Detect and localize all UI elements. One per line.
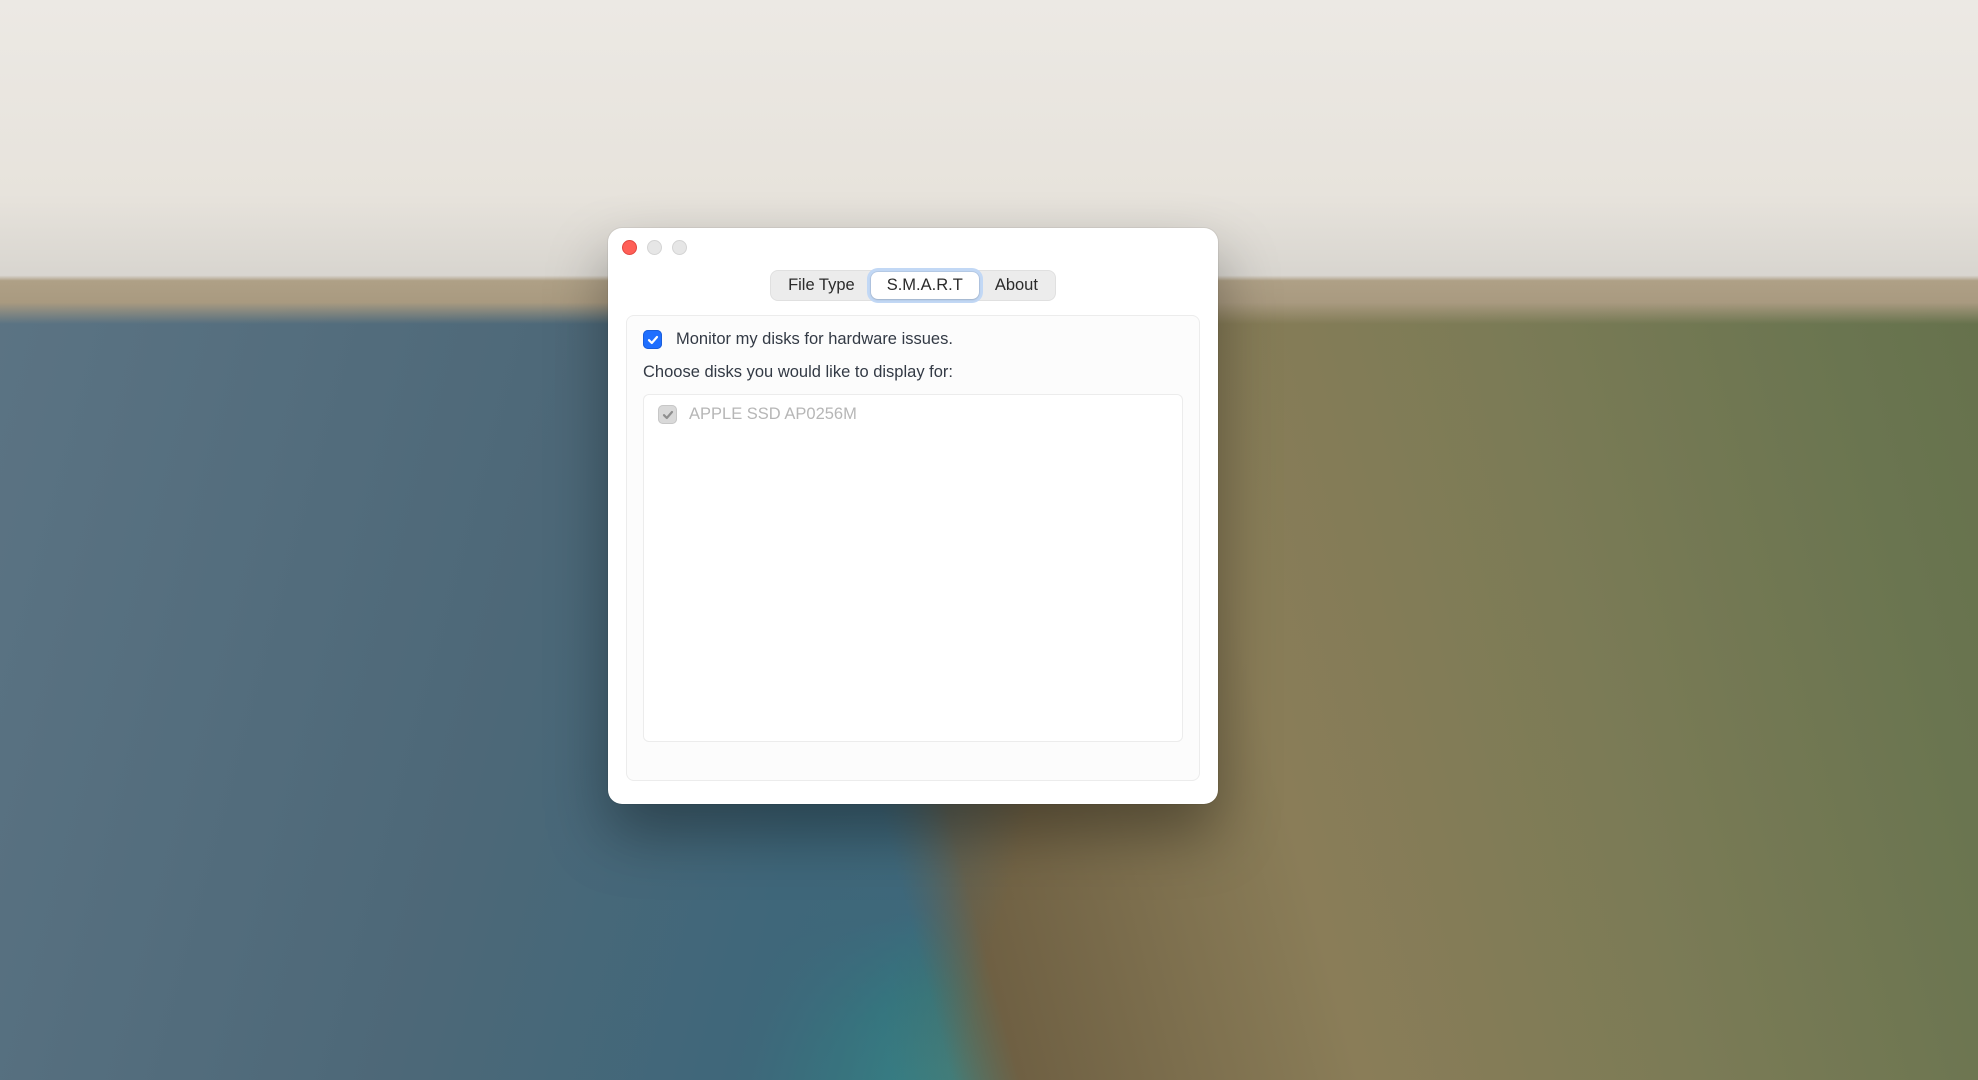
minimize-icon[interactable] [647,240,662,255]
checkmark-icon [662,409,674,421]
choose-disks-label: Choose disks you would like to display f… [643,363,1183,382]
list-item: APPLE SSD AP0256M [658,405,1168,424]
smart-panel: Monitor my disks for hardware issues. Ch… [626,315,1200,781]
monitor-disks-label: Monitor my disks for hardware issues. [676,330,953,349]
tab-about[interactable]: About [979,272,1054,299]
disk-name: APPLE SSD AP0256M [689,405,857,424]
monitor-disks-row: Monitor my disks for hardware issues. [643,330,1183,349]
disk-list: APPLE SSD AP0256M [643,394,1183,742]
close-icon[interactable] [622,240,637,255]
checkmark-icon [647,334,659,346]
segmented-control: File Type S.M.A.R.T About [770,270,1056,301]
window-titlebar [608,228,1218,266]
tab-bar: File Type S.M.A.R.T About [626,270,1200,301]
monitor-disks-checkbox[interactable] [643,330,662,349]
tab-file-type[interactable]: File Type [772,272,871,299]
zoom-icon[interactable] [672,240,687,255]
preferences-window: File Type S.M.A.R.T About Monitor my dis… [608,228,1218,804]
disk-checkbox [658,405,677,424]
tab-smart[interactable]: S.M.A.R.T [871,272,979,299]
window-content: File Type S.M.A.R.T About Monitor my dis… [608,270,1218,799]
